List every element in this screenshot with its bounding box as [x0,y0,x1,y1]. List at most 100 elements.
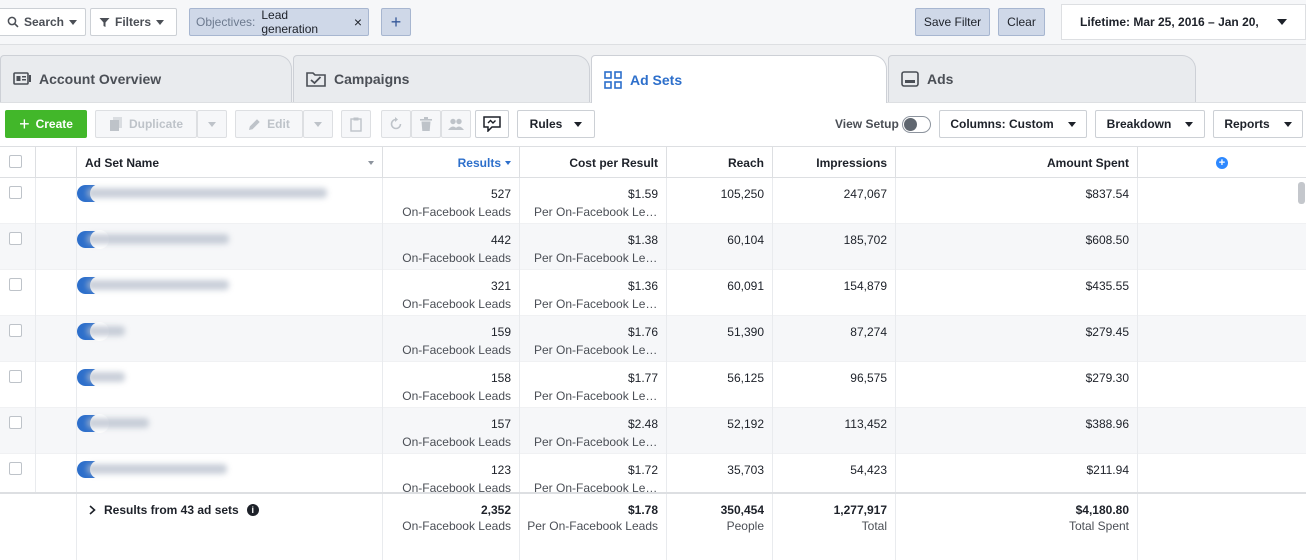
column-header-cost[interactable]: Cost per Result [520,147,667,178]
sort-desc-icon [505,160,511,165]
chevron-down-icon [208,121,216,127]
results-value: 123 [490,463,511,477]
ad-set-name-cell[interactable] [77,362,383,408]
row-checkbox[interactable] [9,416,22,429]
column-header-spent[interactable]: Amount Spent [896,147,1138,178]
toolbar: + Create Duplicate Edit Rules View Setup… [0,102,1306,146]
redacted-name [87,234,229,244]
row-checkbox[interactable] [9,232,22,245]
table-row[interactable]: 321 On-Facebook Leads $1.36 Per On-Faceboo… [0,270,1306,316]
search-button[interactable]: Search [0,8,86,36]
results-value: 159 [490,325,511,339]
preview-button[interactable] [475,110,509,138]
delete-button[interactable] [411,110,441,138]
impressions-value: 54,423 [850,463,887,477]
summary-impressions: 1,277,917 [833,503,887,517]
summary-reach-type: People [726,519,764,533]
summary-label-cell[interactable]: Results from 43 ad sets i [77,494,383,560]
columns-button[interactable]: Columns: Custom [939,110,1087,138]
chevron-down-icon [368,160,374,165]
add-filter-button[interactable]: + [381,8,411,36]
close-icon[interactable]: × [354,14,362,30]
duplicate-button[interactable]: Duplicate [95,110,197,138]
breakdown-button[interactable]: Breakdown [1095,110,1205,138]
chevron-down-icon [1185,121,1194,127]
column-header-reach[interactable]: Reach [667,147,773,178]
results-value: 527 [490,187,511,201]
ad-set-name-cell[interactable] [77,316,383,362]
column-header-impressions[interactable]: Impressions [773,147,896,178]
save-filter-button[interactable]: Save Filter [915,8,990,36]
add-column-cell: + [1138,147,1306,178]
reset-button[interactable] [381,110,411,138]
clear-button[interactable]: Clear [998,8,1045,36]
trash-icon [420,117,432,131]
results-type: On-Facebook Leads [402,435,511,449]
column-header-name[interactable]: Ad Set Name [77,147,383,178]
spent-value: $279.45 [1085,325,1129,339]
chevron-right-icon[interactable] [89,505,96,515]
breakdown-label: Breakdown [1106,117,1172,131]
cost-value: $1.77 [627,371,658,385]
column-header-results[interactable]: Results [383,147,520,178]
duplicate-menu-button[interactable] [197,110,227,138]
ad-set-name-cell[interactable] [77,408,383,454]
row-checkbox[interactable] [9,186,22,199]
rules-button[interactable]: Rules [517,110,595,138]
tab-ads[interactable]: Ads [888,55,1196,102]
redacted-name [87,464,227,474]
clipboard-button[interactable] [341,110,371,138]
row-checkbox[interactable] [9,370,22,383]
chevron-down-icon [1276,19,1287,25]
summary-label: Results from 43 ad sets [104,503,239,517]
column-header-label: Amount Spent [1047,155,1129,170]
ad-set-name-cell[interactable] [77,270,383,316]
table-rows: 527 On-Facebook Leads $1.59 Per On-Faceboo… [0,178,1306,500]
reach-value: 52,192 [727,417,764,431]
select-all-checkbox[interactable] [9,155,22,168]
table-row[interactable]: 158 On-Facebook Leads $1.77 Per On-Faceboo… [0,362,1306,408]
row-checkbox[interactable] [9,278,22,291]
table-row[interactable]: 527 On-Facebook Leads $1.59 Per On-Faceboo… [0,178,1306,224]
grid-icon [604,70,622,89]
tab-account-overview[interactable]: Account Overview [0,55,292,102]
reports-button[interactable]: Reports [1213,110,1303,138]
table-row[interactable]: 159 On-Facebook Leads $1.76 Per On-Faceboo… [0,316,1306,362]
row-checkbox[interactable] [9,462,22,475]
objective-filter-chip[interactable]: Objectives: Lead generation × [189,8,369,36]
cost-type: Per On-Facebook Leads [534,251,658,265]
table-header: Ad Set Name Results Cost per Result Reac… [0,146,1306,178]
edit-menu-button[interactable] [303,110,333,138]
reach-value: 60,104 [727,233,764,247]
ad-set-name-cell[interactable] [77,178,383,224]
rules-label: Rules [529,117,563,131]
row-checkbox[interactable] [9,324,22,337]
summary-row: Results from 43 ad sets i 2,352 On-Facebo… [0,492,1306,560]
reach-value: 60,091 [727,279,764,293]
audience-button[interactable] [441,110,471,138]
redacted-name [87,372,125,382]
date-range-label: Lifetime: Mar 25, 2016 – Jan 20, [1080,15,1259,29]
filter-bar: Search Filters Objectives: Lead generati… [0,0,1306,45]
chevron-down-icon [1283,121,1292,127]
spent-value: $279.30 [1085,371,1129,385]
info-icon[interactable]: i [246,504,259,516]
tab-label: Account Overview [39,71,162,87]
create-button[interactable]: + Create [5,110,87,138]
summary-impressions-type: Total [861,519,887,533]
date-range-picker[interactable]: Lifetime: Mar 25, 2016 – Jan 20, [1061,4,1306,40]
summary-reach: 350,454 [720,503,764,517]
add-column-icon[interactable]: + [1216,156,1228,169]
tab-label: Ad Sets [630,71,683,88]
table-row[interactable]: 157 On-Facebook Leads $2.48 Per On-Faceboo… [0,408,1306,454]
tab-campaigns[interactable]: Campaigns [293,55,590,102]
view-setup-toggle[interactable] [902,116,931,133]
table-row[interactable]: 442 On-Facebook Leads $1.38 Per On-Faceboo… [0,224,1306,270]
edit-button[interactable]: Edit [235,110,303,138]
tab-ad-sets[interactable]: Ad Sets [591,55,887,103]
chevron-down-icon [574,121,583,127]
ad-set-name-cell[interactable] [77,224,383,270]
filters-button[interactable]: Filters [90,8,177,36]
vertical-scrollbar[interactable] [1298,182,1305,204]
cost-type: Per On-Facebook Leads [534,205,658,219]
